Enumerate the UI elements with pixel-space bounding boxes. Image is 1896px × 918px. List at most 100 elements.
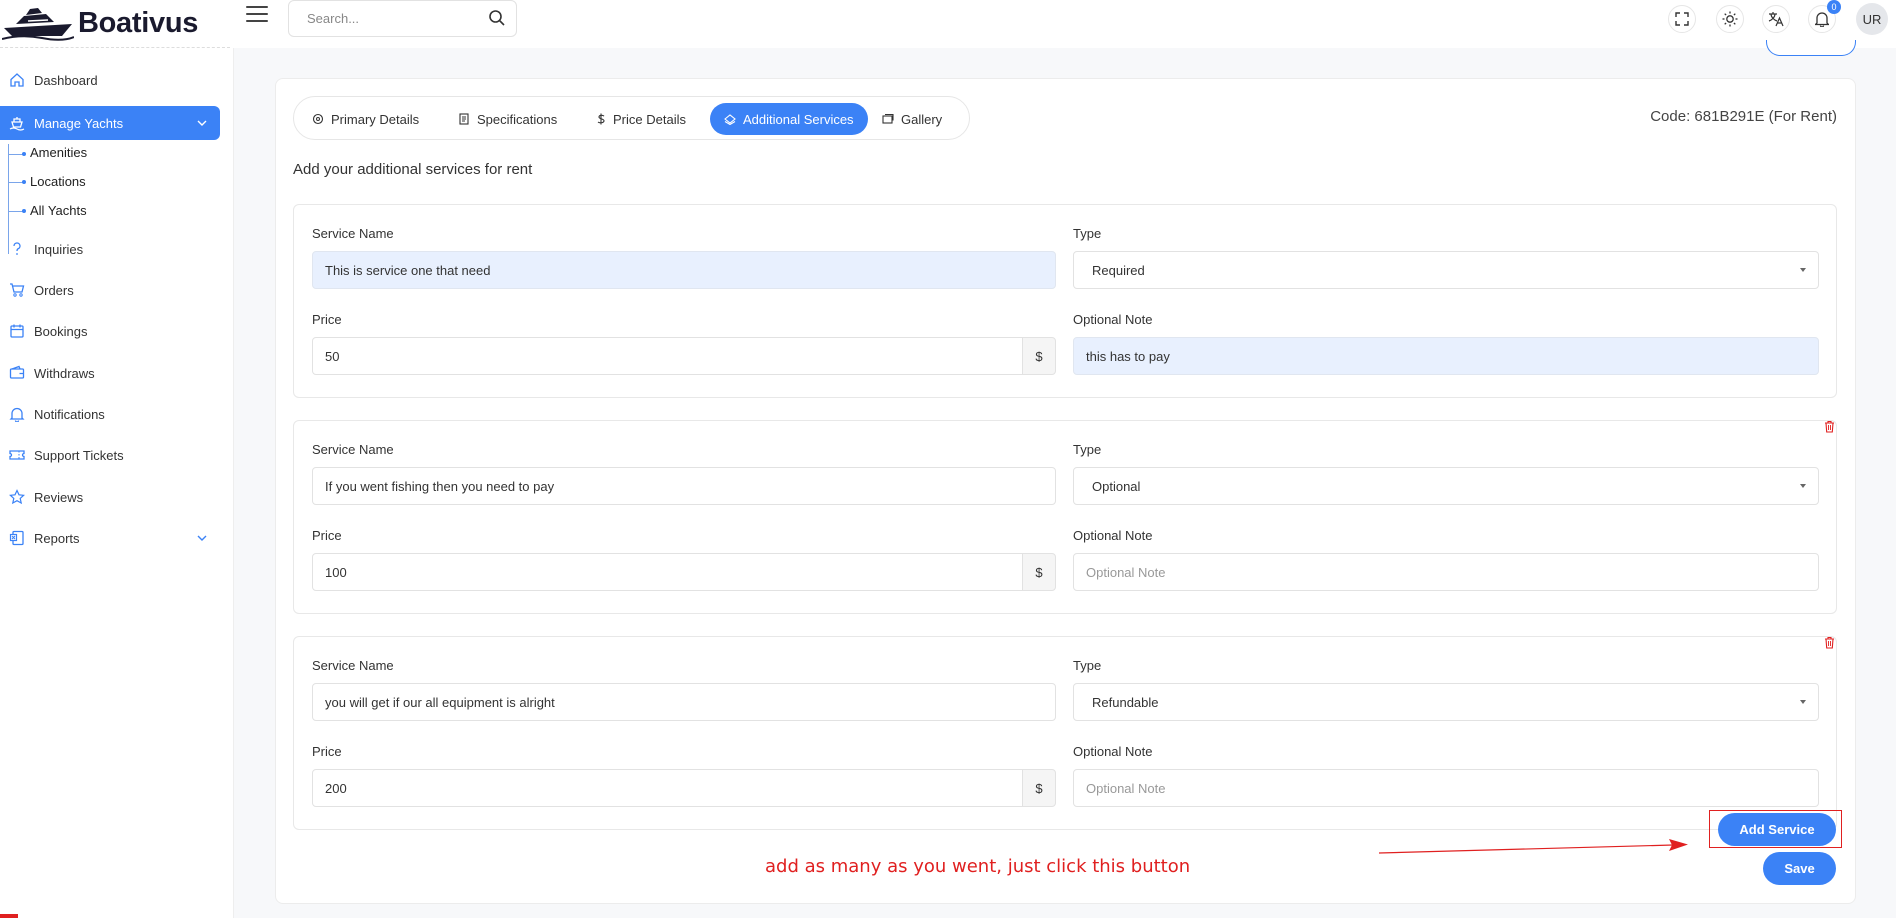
- chevron-down-icon: [197, 535, 207, 541]
- sidebar-item-reports[interactable]: Reports: [0, 521, 220, 555]
- tab-additional-services[interactable]: Additional Services: [710, 103, 868, 135]
- annotation-text: add as many as you went, just click this…: [765, 856, 1191, 877]
- sidebar-item-label: Bookings: [34, 323, 88, 339]
- search-icon[interactable]: [488, 9, 506, 27]
- sidebar-item-label: Manage Yachts: [34, 115, 124, 131]
- menu-toggle-icon[interactable]: [246, 6, 268, 22]
- ticket-icon: [8, 446, 26, 464]
- delete-trash-icon[interactable]: [1824, 636, 1835, 649]
- tab-specifications[interactable]: Specifications: [444, 103, 571, 135]
- price-label: Price: [312, 744, 342, 759]
- optional-note-label: Optional Note: [1073, 744, 1153, 759]
- anchor-icon: [312, 113, 324, 125]
- delete-trash-icon[interactable]: [1824, 420, 1835, 433]
- sidebar-item-label: Reports: [34, 530, 80, 546]
- service-icon: [724, 113, 736, 125]
- type-select[interactable]: Refundable: [1073, 683, 1819, 721]
- optional-note-label: Optional Note: [1073, 528, 1153, 543]
- chevron-down-icon: [197, 120, 207, 126]
- sidebar-item-support-tickets[interactable]: Support Tickets: [0, 438, 220, 472]
- sidebar-item-bookings[interactable]: Bookings: [0, 314, 220, 348]
- tab-gallery[interactable]: Gallery: [868, 103, 956, 135]
- sidebar-item-inquiries[interactable]: Inquiries: [0, 232, 220, 266]
- add-service-button[interactable]: Add Service: [1718, 813, 1836, 846]
- user-avatar[interactable]: UR: [1856, 3, 1888, 35]
- type-label: Type: [1073, 226, 1102, 241]
- search-input[interactable]: [289, 1, 479, 36]
- corner-mark: [0, 914, 18, 918]
- home-icon: [8, 71, 26, 89]
- type-select-value: Required: [1092, 262, 1145, 278]
- type-select[interactable]: Optional: [1073, 467, 1819, 505]
- notification-bell-icon[interactable]: 0: [1808, 0, 1841, 33]
- sidebar-subitem-all-yachts[interactable]: All Yachts: [30, 203, 87, 218]
- sidebar-item-orders[interactable]: Orders: [0, 273, 220, 307]
- sidebar-subitem-amenities[interactable]: Amenities: [30, 145, 87, 160]
- type-select-value: Optional: [1092, 478, 1141, 494]
- type-select[interactable]: Required: [1073, 251, 1819, 289]
- service-name-input[interactable]: you will get if our all equipment is alr…: [312, 683, 1056, 721]
- sidebar-item-notifications[interactable]: Notifications: [0, 397, 220, 431]
- sidebar-item-label: Dashboard: [34, 72, 98, 88]
- price-input[interactable]: 100: [312, 553, 1023, 591]
- price-input[interactable]: 200: [312, 769, 1023, 807]
- sidebar-item-label: Notifications: [34, 406, 105, 422]
- optional-note-input[interactable]: this has to pay: [1073, 337, 1819, 375]
- translate-icon[interactable]: [1762, 5, 1790, 33]
- tree-dot: [22, 180, 26, 184]
- theme-toggle-icon[interactable]: [1716, 5, 1744, 33]
- service-name-input[interactable]: If you went fishing then you need to pay: [312, 467, 1056, 505]
- yacht-code-label: Code: 681B291E (For Rent): [1650, 108, 1837, 125]
- tree-dot: [22, 209, 26, 213]
- app-logo[interactable]: Boativus: [0, 0, 230, 48]
- report-icon: [8, 529, 26, 547]
- optional-note-input[interactable]: Optional Note: [1073, 553, 1819, 591]
- search-box: [288, 0, 517, 37]
- caret-down-icon: [1800, 700, 1806, 704]
- tab-primary-details[interactable]: Primary Details: [298, 103, 433, 135]
- yacht-logo-icon: [2, 7, 74, 41]
- form-tabs: Primary Details Specifications Price Det…: [293, 96, 970, 140]
- tab-label: Gallery: [901, 111, 943, 127]
- partial-button[interactable]: [1766, 40, 1856, 56]
- tab-label: Additional Services: [743, 111, 854, 127]
- service-name-label: Service Name: [312, 226, 394, 241]
- type-label: Type: [1073, 442, 1102, 457]
- type-select-value: Refundable: [1092, 694, 1159, 710]
- question-icon: [8, 240, 26, 258]
- service-card-3: Service Name you will get if our all equ…: [293, 636, 1837, 830]
- sidebar-item-reviews[interactable]: Reviews: [0, 480, 220, 514]
- tab-label: Price Details: [613, 111, 686, 127]
- price-input[interactable]: 50: [312, 337, 1023, 375]
- tab-price-details[interactable]: Price Details: [582, 103, 700, 135]
- sidebar-item-label: Inquiries: [34, 241, 84, 257]
- price-group: 50 $: [312, 337, 1056, 375]
- top-bar: Boativus 0 UR: [0, 0, 1896, 48]
- type-label: Type: [1073, 658, 1102, 673]
- calendar-icon: [8, 322, 26, 340]
- save-button[interactable]: Save: [1763, 852, 1836, 885]
- currency-suffix: $: [1022, 337, 1056, 375]
- tree-dot: [22, 152, 26, 156]
- caret-down-icon: [1800, 484, 1806, 488]
- logo-text: Boativus: [78, 7, 199, 39]
- optional-note-input[interactable]: Optional Note: [1073, 769, 1819, 807]
- tab-label: Specifications: [477, 111, 558, 127]
- yacht-icon: [8, 114, 26, 132]
- fullscreen-icon[interactable]: [1668, 5, 1696, 33]
- sidebar-item-label: Orders: [34, 282, 74, 298]
- sidebar-subitem-locations[interactable]: Locations: [30, 174, 86, 189]
- sidebar-item-withdraws[interactable]: Withdraws: [0, 356, 220, 390]
- service-name-input[interactable]: This is service one that need: [312, 251, 1056, 289]
- sidebar-item-dashboard[interactable]: Dashboard: [0, 63, 220, 97]
- service-card-2: Service Name If you went fishing then yo…: [293, 420, 1837, 614]
- sidebar-item-label: Reviews: [34, 489, 84, 505]
- section-intro: Add your additional services for rent: [293, 161, 533, 178]
- price-label: Price: [312, 312, 342, 327]
- sidebar-item-manage-yachts[interactable]: Manage Yachts: [0, 106, 220, 140]
- gallery-icon: [882, 113, 894, 125]
- currency-suffix: $: [1022, 553, 1056, 591]
- notification-count-badge: 0: [1827, 0, 1841, 14]
- cart-icon: [8, 281, 26, 299]
- sidebar-item-label: Withdraws: [34, 365, 95, 381]
